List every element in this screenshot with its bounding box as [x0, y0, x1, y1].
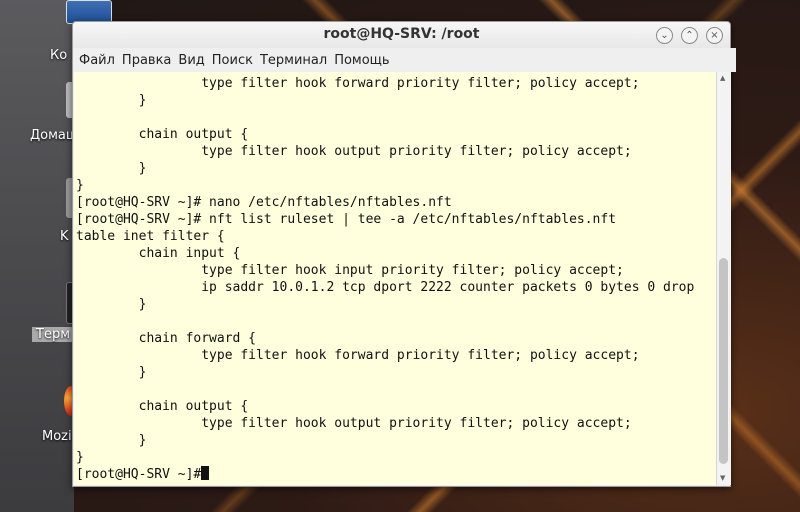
- terminal-cursor: [201, 466, 210, 480]
- terminal-output[interactable]: type filter hook forward priority filter…: [74, 72, 716, 485]
- terminal-line: [root@HQ-SRV ~]# nano /etc/nftables/nfta…: [76, 195, 452, 210]
- scroll-thumb[interactable]: [719, 258, 728, 464]
- terminal-line: type filter hook output priority filter;…: [76, 144, 632, 159]
- terminal-line: }: [76, 450, 84, 465]
- desktop-label-terminal[interactable]: Терм: [32, 327, 76, 342]
- terminal-line: }: [76, 93, 147, 108]
- menu-file[interactable]: Файл: [79, 53, 120, 68]
- terminal-scrollbar[interactable]: ▲ ▼: [716, 72, 731, 485]
- title-bar[interactable]: root@HQ-SRV: /root ⌄ ⌃ ×: [73, 22, 730, 48]
- minimize-button[interactable]: ⌄: [656, 27, 673, 44]
- menu-search[interactable]: Поиск: [212, 53, 258, 68]
- terminal-line: [root@HQ-SRV ~]# nft list ruleset | tee …: [76, 212, 617, 227]
- scroll-up-arrow-icon[interactable]: ▲: [720, 74, 725, 82]
- terminal-text: type filter hook forward priority filter…: [76, 75, 694, 483]
- terminal-line: chain forward {: [76, 331, 257, 346]
- close-button[interactable]: ×: [706, 27, 723, 44]
- terminal-window[interactable]: root@HQ-SRV: /root ⌄ ⌃ × Файл Правка Вид…: [72, 21, 736, 487]
- terminal-line: chain output {: [76, 399, 249, 414]
- menu-help[interactable]: Помощь: [334, 53, 394, 68]
- terminal-line: type filter hook forward priority filter…: [76, 76, 640, 91]
- maximize-button[interactable]: ⌃: [681, 27, 698, 44]
- terminal-prompt: [root@HQ-SRV ~]#: [76, 467, 202, 482]
- terminal-line: }: [76, 178, 84, 193]
- menu-view[interactable]: Вид: [178, 53, 209, 68]
- terminal-line: }: [76, 297, 147, 312]
- terminal-line: chain output {: [76, 127, 249, 142]
- terminal-line: type filter hook input priority filter; …: [76, 263, 624, 278]
- terminal-line: type filter hook forward priority filter…: [76, 348, 640, 363]
- terminal-line: table inet filter {: [76, 229, 225, 244]
- scroll-down-arrow-icon[interactable]: ▼: [720, 474, 725, 482]
- terminal-line: }: [76, 365, 147, 380]
- menu-bar: Файл Правка Вид Поиск Терминал Помощь: [73, 48, 736, 72]
- terminal-line: }: [76, 161, 147, 176]
- terminal-line: }: [76, 433, 147, 448]
- terminal-line: chain input {: [76, 246, 241, 261]
- menu-terminal[interactable]: Терминал: [260, 53, 332, 68]
- terminal-line: ip saddr 10.0.1.2 tcp dport 2222 counter…: [76, 280, 695, 295]
- menu-edit[interactable]: Правка: [122, 53, 176, 68]
- terminal-line: type filter hook output priority filter;…: [76, 416, 632, 431]
- window-title: root@HQ-SRV: /root: [323, 26, 480, 42]
